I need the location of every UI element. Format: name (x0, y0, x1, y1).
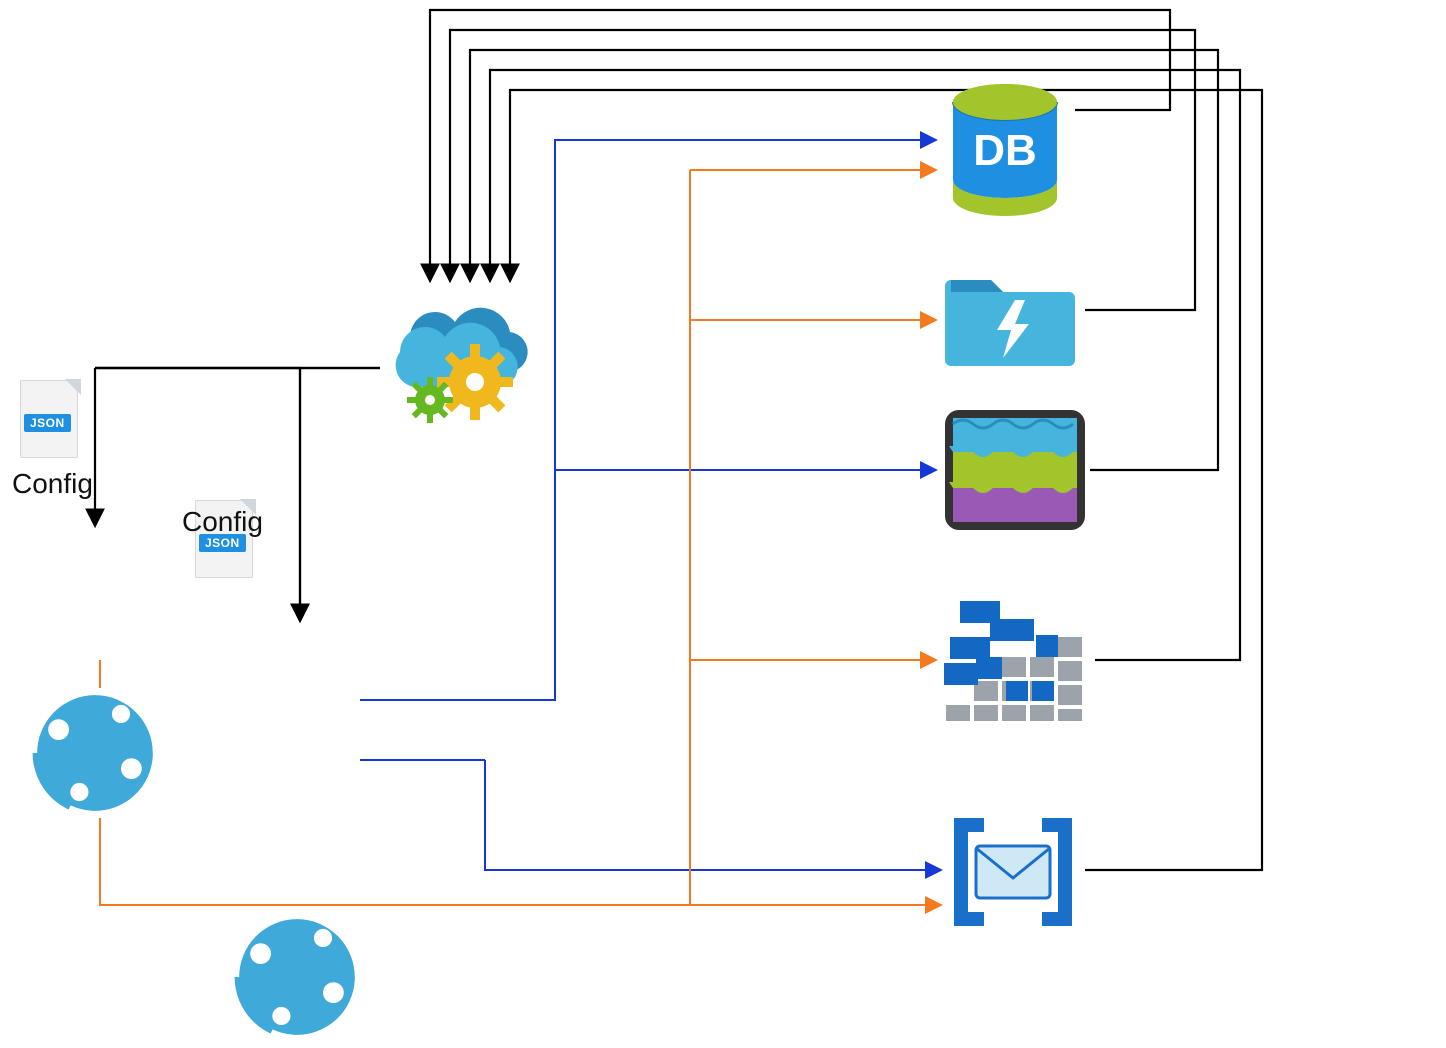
azure-data-lake-icon (945, 410, 1085, 530)
db-label: DB (973, 126, 1037, 175)
config-label-1: Config (12, 468, 93, 500)
azure-cloud-service-icon (380, 282, 550, 432)
azure-storage-icon (940, 595, 1090, 725)
azure-messaging-icon (948, 812, 1078, 932)
azure-web-app-icon-2 (232, 912, 362, 1042)
azure-cosmos-db-icon: DB (945, 80, 1065, 220)
json-config-icon-1: JSON (20, 380, 80, 460)
azure-functions-folder-icon (945, 260, 1075, 370)
azure-web-app-icon-1 (30, 688, 160, 818)
architecture-diagram: JSON Config JSON Config (0, 0, 1446, 1048)
json-badge: JSON (24, 414, 71, 432)
config-label-2: Config (182, 506, 263, 538)
